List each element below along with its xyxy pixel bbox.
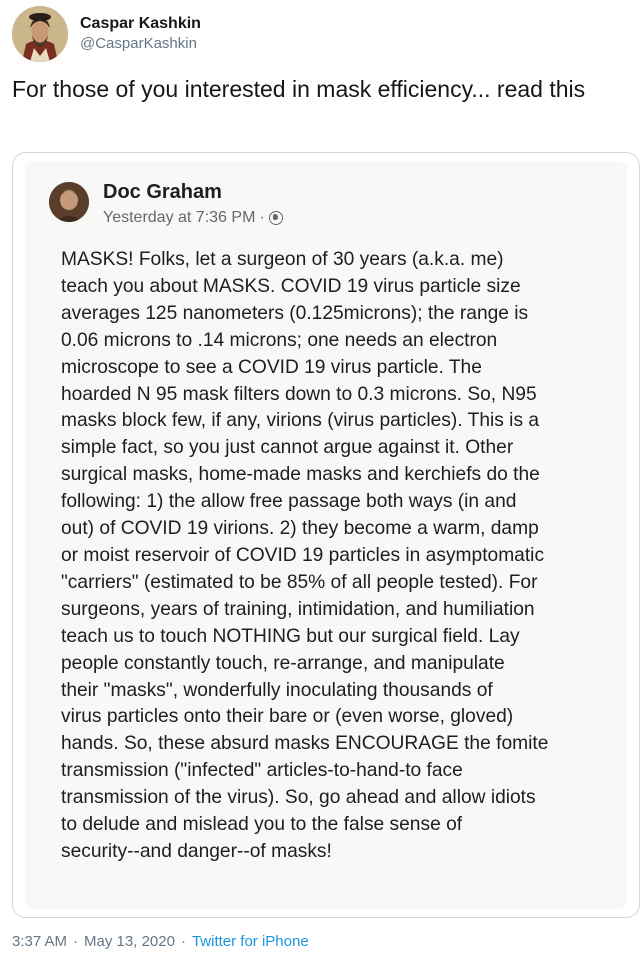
post-body-line: averages 125 nanometers (0.125microns); … — [61, 302, 529, 324]
author-names: Caspar Kashkin @CasparKashkin — [80, 14, 201, 54]
tweet-date[interactable]: May 13, 2020 — [84, 932, 175, 952]
post-body-line: teach us to touch NOTHING but our surgic… — [61, 625, 520, 647]
post-author-avatar — [49, 182, 89, 222]
post-body-line: transmission ("infected" articles-to-han… — [61, 760, 463, 782]
post-body-line: or moist reservoir of COVID 19 particles… — [61, 544, 545, 566]
post-body-line: MASKS! Folks, let a surgeon of 30 years … — [61, 249, 504, 270]
post-body-line: to delude and mislead you to the false s… — [61, 814, 463, 836]
author-display-name[interactable]: Caspar Kashkin — [80, 14, 201, 34]
author-handle[interactable]: @CasparKashkin — [80, 34, 201, 54]
portrait-avatar-icon — [12, 6, 68, 62]
footer-separator: · — [73, 933, 79, 950]
post-body-line: masks block few, if any, virions (virus … — [61, 410, 540, 432]
post-separator: · — [259, 209, 265, 226]
doctor-avatar-icon — [49, 182, 89, 222]
post-body-line: "carriers" (estimated to be 85% of all p… — [61, 571, 538, 593]
post-body-line: their "masks", wonderfully inoculating t… — [61, 679, 493, 701]
tweet-text: For those of you interested in mask effi… — [12, 76, 586, 102]
post-body-line: transmission of the virus). So, go ahead… — [61, 787, 536, 809]
author-avatar[interactable] — [12, 6, 68, 62]
post-body-line: virus particles onto their bare or (even… — [61, 706, 514, 728]
post-body-line: microscope to see a COVID 19 virus parti… — [61, 356, 482, 378]
post-body: MASKS! Folks, let a surgeon of 30 years … — [61, 247, 621, 866]
post-body-line: simple fact, so you just cannot argue ag… — [61, 437, 514, 459]
post-body-line: following: 1) the allow free passage bot… — [61, 491, 517, 513]
attached-image[interactable]: Doc Graham Yesterday at 7:36 PM · MASKS!… — [12, 152, 640, 918]
post-body-line: surgical masks, home-made masks and kerc… — [61, 464, 540, 486]
post-meta: Doc Graham Yesterday at 7:36 PM · — [103, 179, 283, 229]
post-body-line: people constantly touch, re-arrange, and… — [61, 652, 505, 674]
post-body-line: surgeons, years of training, intimidatio… — [61, 598, 535, 620]
tweet-footer: 3:37 AM · May 13, 2020 · Twitter for iPh… — [12, 932, 309, 952]
post-timestamp: Yesterday at 7:36 PM — [103, 209, 256, 226]
post-body-line: 0.06 microns to .14 microns; one needs a… — [61, 329, 498, 351]
post-author-name: Doc Graham — [103, 181, 222, 203]
globe-icon — [268, 211, 283, 225]
post-time-row: Yesterday at 7:36 PM · — [103, 207, 283, 229]
embedded-facebook-post: Doc Graham Yesterday at 7:36 PM · MASKS!… — [25, 161, 627, 909]
post-body-line: out) of COVID 19 virions. 2) they become… — [61, 518, 539, 540]
post-body-line: hoarded N 95 mask filters down to 0.3 mi… — [61, 383, 537, 405]
post-body-line: teach you about MASKS. COVID 19 virus pa… — [61, 275, 521, 297]
tweet-author[interactable]: Caspar Kashkin @CasparKashkin — [12, 6, 201, 62]
post-body-line: security--and danger--of masks! — [61, 840, 332, 862]
post-body-line: hands. So, these absurd masks ENCOURAGE … — [61, 733, 549, 755]
tweet: Caspar Kashkin @CasparKashkin For those … — [0, 0, 640, 957]
footer-separator: · — [180, 933, 186, 950]
post-header: Doc Graham Yesterday at 7:36 PM · — [49, 179, 283, 229]
tweet-source-link[interactable]: Twitter for iPhone — [192, 932, 309, 952]
tweet-time[interactable]: 3:37 AM — [12, 932, 67, 952]
